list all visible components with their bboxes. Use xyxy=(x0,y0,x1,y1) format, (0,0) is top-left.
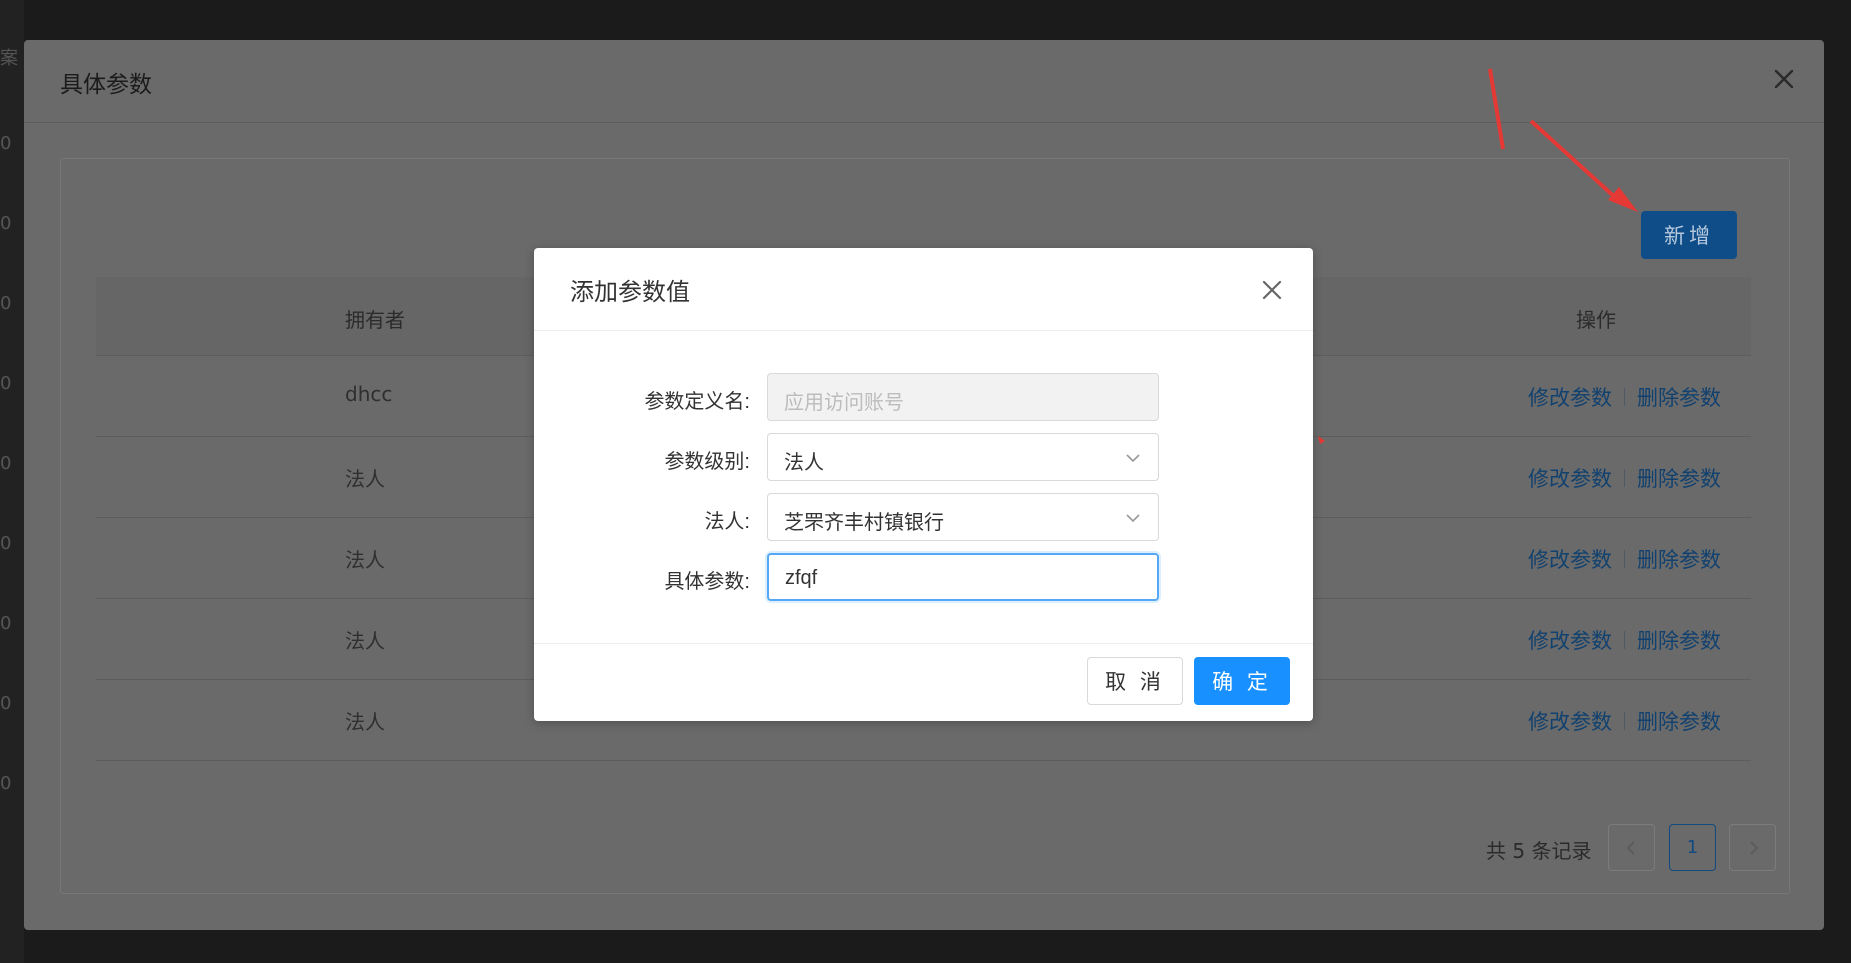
definition-name-input[interactable]: 应用访问账号 xyxy=(767,373,1159,421)
form-row-legal-entity: 法人: 芝罘齐丰村镇银行 xyxy=(534,493,1313,541)
background-edge: 案 0 0 0 0 0 0 0 0 0 xyxy=(0,0,24,963)
specific-param-input[interactable]: zfqf xyxy=(767,553,1159,601)
delete-param-link[interactable]: 删除参数 xyxy=(1637,463,1721,493)
outer-modal-title: 具体参数 xyxy=(60,72,152,98)
delete-param-link[interactable]: 删除参数 xyxy=(1637,625,1721,655)
edit-param-link[interactable]: 修改参数 xyxy=(1528,382,1612,412)
row-actions: 修改参数 删除参数 xyxy=(1528,544,1721,574)
definition-name-label: 参数定义名: xyxy=(644,391,750,413)
action-divider xyxy=(1624,712,1625,730)
level-select[interactable]: 法人 xyxy=(767,433,1159,481)
chevron-right-icon xyxy=(1749,840,1758,855)
row-actions: 修改参数 删除参数 xyxy=(1528,382,1721,412)
dialog-footer: 取 消 确 定 xyxy=(534,643,1313,722)
delete-param-link[interactable]: 删除参数 xyxy=(1637,706,1721,736)
legal-entity-select[interactable]: 芝罘齐丰村镇银行 xyxy=(767,493,1159,541)
action-divider xyxy=(1624,469,1625,487)
chevron-down-icon xyxy=(1126,454,1140,463)
level-label: 参数级别: xyxy=(664,451,750,473)
ok-button[interactable]: 确 定 xyxy=(1194,657,1290,705)
legal-entity-value: 芝罘齐丰村镇银行 xyxy=(784,512,944,534)
row-actions: 修改参数 删除参数 xyxy=(1528,625,1721,655)
edit-param-link[interactable]: 修改参数 xyxy=(1528,706,1612,736)
action-divider xyxy=(1624,631,1625,649)
level-value: 法人 xyxy=(784,452,824,474)
dialog-header: 添加参数值 xyxy=(534,248,1313,331)
form-row-specific-param: 具体参数: zfqf xyxy=(534,553,1313,601)
edge-text: 0 xyxy=(0,373,12,394)
cancel-button[interactable]: 取 消 xyxy=(1087,657,1183,705)
next-page-button[interactable] xyxy=(1729,824,1776,871)
owner-cell: dhcc xyxy=(345,382,393,406)
edge-text: 0 xyxy=(0,453,12,474)
row-actions: 修改参数 删除参数 xyxy=(1528,706,1721,736)
close-icon[interactable] xyxy=(1768,63,1800,95)
chevron-left-icon xyxy=(1626,840,1635,855)
edge-text: 0 xyxy=(0,133,12,154)
edge-text: 0 xyxy=(0,213,12,234)
chevron-down-icon xyxy=(1126,514,1140,523)
dialog-title: 添加参数值 xyxy=(570,279,690,306)
column-header-actions: 操作 xyxy=(1576,308,1616,332)
prev-page-button[interactable] xyxy=(1608,824,1655,871)
edge-text: 0 xyxy=(0,773,12,794)
page-number-button[interactable]: 1 xyxy=(1669,824,1716,871)
owner-cell: 法人 xyxy=(345,548,385,572)
edit-param-link[interactable]: 修改参数 xyxy=(1528,544,1612,574)
definition-name-placeholder: 应用访问账号 xyxy=(784,392,904,414)
delete-param-link[interactable]: 删除参数 xyxy=(1637,544,1721,574)
column-header-owner: 拥有者 xyxy=(345,308,405,332)
edge-text: 0 xyxy=(0,533,12,554)
legal-entity-label: 法人: xyxy=(704,511,750,533)
row-actions: 修改参数 删除参数 xyxy=(1528,463,1721,493)
add-button[interactable]: 新增 xyxy=(1641,211,1737,259)
action-divider xyxy=(1624,388,1625,406)
pagination: 共 5 条记录 1 xyxy=(1486,824,1776,872)
edge-text: 0 xyxy=(0,693,12,714)
close-icon[interactable] xyxy=(1256,274,1288,306)
owner-cell: 法人 xyxy=(345,710,385,734)
action-divider xyxy=(1624,550,1625,568)
owner-cell: 法人 xyxy=(345,467,385,491)
specific-param-label: 具体参数: xyxy=(664,571,750,593)
edit-param-link[interactable]: 修改参数 xyxy=(1528,625,1612,655)
edit-param-link[interactable]: 修改参数 xyxy=(1528,463,1612,493)
edge-text: 0 xyxy=(0,293,12,314)
owner-cell: 法人 xyxy=(345,629,385,653)
form-row-definition-name: 参数定义名: 应用访问账号 xyxy=(534,373,1313,421)
total-records: 共 5 条记录 xyxy=(1486,839,1592,863)
specific-param-value: zfqf xyxy=(785,567,818,589)
edge-text: 0 xyxy=(0,613,12,634)
edge-text: 案 xyxy=(0,48,18,69)
form-row-level: 参数级别: 法人 xyxy=(534,433,1313,481)
delete-param-link[interactable]: 删除参数 xyxy=(1637,382,1721,412)
outer-modal-header: 具体参数 xyxy=(24,40,1824,123)
add-parameter-dialog: 添加参数值 参数定义名: 应用访问账号 参数级别: 法人 法人: 芝罘齐丰村镇银… xyxy=(534,248,1313,721)
